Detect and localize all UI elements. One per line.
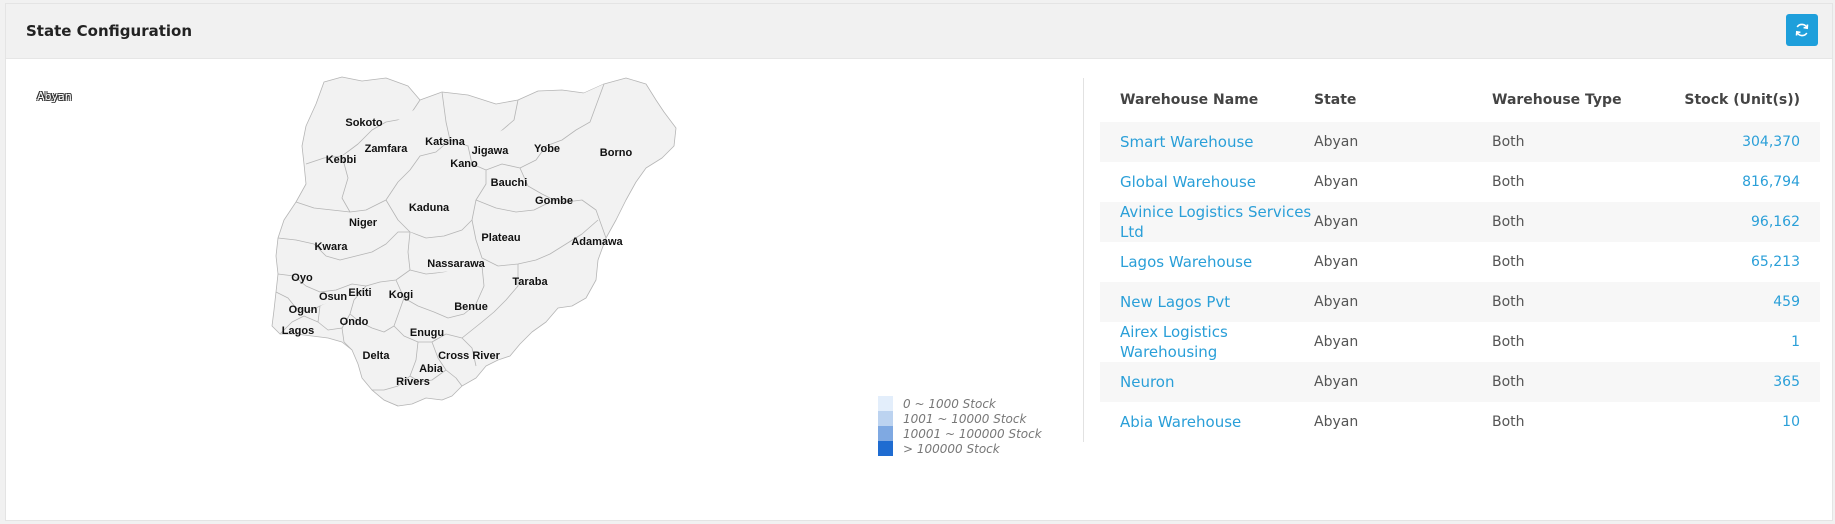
warehouse-name-link[interactable]: Abia Warehouse	[1120, 413, 1241, 431]
state-label-kwara: Kwara	[314, 241, 348, 253]
card-header: State Configuration	[6, 4, 1832, 59]
table-row: Avinice Logistics Services Ltd Abyan Bot…	[1100, 202, 1820, 242]
warehouse-table: Warehouse Name State Warehouse Type Stoc…	[1100, 78, 1820, 442]
warehouse-name-link[interactable]: New Lagos Pvt	[1120, 293, 1230, 311]
warehouse-name-link[interactable]: Airex Logistics Warehousing	[1120, 323, 1228, 361]
type-cell: Both	[1492, 294, 1525, 310]
map-legend: 0 ~ 1000 Stock 1001 ~ 10000 Stock 10001 …	[878, 396, 1042, 456]
warehouse-name-link[interactable]: Global Warehouse	[1120, 173, 1256, 191]
warehouse-name-link[interactable]: Smart Warehouse	[1120, 133, 1254, 151]
panel-divider	[1083, 78, 1084, 442]
state-label-gombe: Gombe	[535, 195, 573, 207]
legend-item[interactable]: 10001 ~ 100000 Stock	[878, 426, 1042, 441]
stock-link[interactable]: 304,370	[1742, 134, 1800, 150]
state-label-enugu: Enugu	[410, 327, 444, 339]
state-label-osun: Osun	[319, 291, 347, 303]
column-header-stock[interactable]: Stock (Unit(s))	[1662, 92, 1820, 108]
table-row: Airex Logistics Warehousing Abyan Both 1	[1100, 322, 1820, 362]
type-cell: Both	[1492, 414, 1525, 430]
type-cell: Both	[1492, 174, 1525, 190]
stock-link[interactable]: 65,213	[1751, 254, 1800, 270]
column-header-warehouse-type[interactable]: Warehouse Type	[1492, 92, 1662, 108]
state-label-niger: Niger	[349, 217, 378, 229]
legend-label: 10001 ~ 100000 Stock	[903, 426, 1042, 441]
state-cell: Abyan	[1314, 294, 1359, 310]
state-label-kaduna: Kaduna	[409, 202, 450, 214]
table-row: Neuron Abyan Both 365	[1100, 362, 1820, 402]
state-cell: Abyan	[1314, 334, 1359, 350]
state-label-katsina: Katsina	[425, 136, 466, 148]
legend-swatch	[878, 396, 893, 411]
state-label-kebbi: Kebbi	[326, 154, 357, 166]
warehouse-name-link[interactable]: Lagos Warehouse	[1120, 253, 1252, 271]
state-cell: Abyan	[1314, 174, 1359, 190]
state-label-kogi: Kogi	[389, 289, 413, 301]
stock-link[interactable]: 1	[1791, 334, 1800, 350]
type-cell: Both	[1492, 334, 1525, 350]
state-label-zamfara: Zamfara	[365, 143, 409, 155]
state-label-nassarawa: Nassarawa	[427, 258, 485, 270]
state-label-rivers: Rivers	[396, 376, 430, 388]
type-cell: Both	[1492, 254, 1525, 270]
warehouse-name-link[interactable]: Neuron	[1120, 373, 1174, 391]
legend-label: > 100000 Stock	[903, 441, 1000, 456]
state-label-lagos: Lagos	[282, 325, 314, 337]
state-label-oyo: Oyo	[291, 272, 313, 284]
map-panel: Sokoto Zamfara Katsina Jigawa Yobe Borno…	[6, 60, 1086, 520]
stock-link[interactable]: 459	[1773, 294, 1800, 310]
state-label-kano: Kano	[450, 158, 478, 170]
state-label-yobe: Yobe	[534, 143, 560, 155]
legend-swatch	[878, 441, 893, 456]
column-header-state[interactable]: State	[1314, 92, 1492, 108]
state-label-benue: Benue	[454, 301, 488, 313]
legend-swatch	[878, 426, 893, 441]
state-label-delta: Delta	[363, 350, 391, 362]
type-cell: Both	[1492, 374, 1525, 390]
state-cell: Abyan	[1314, 254, 1359, 270]
table-row: Abia Warehouse Abyan Both 10	[1100, 402, 1820, 442]
table-row: Smart Warehouse Abyan Both 304,370	[1100, 122, 1820, 162]
table-row: New Lagos Pvt Abyan Both 459	[1100, 282, 1820, 322]
state-label-plateau: Plateau	[481, 232, 520, 244]
type-cell: Both	[1492, 134, 1525, 150]
legend-swatch	[878, 411, 893, 426]
warehouse-name-link[interactable]: Avinice Logistics Services Ltd	[1120, 203, 1311, 241]
state-label-ekiti: Ekiti	[348, 287, 371, 299]
state-label-borno: Borno	[600, 147, 633, 159]
table-row: Global Warehouse Abyan Both 816,794	[1100, 162, 1820, 202]
refresh-icon	[1795, 23, 1809, 37]
state-label-ondo: Ondo	[340, 316, 369, 328]
state-label-cross-river: Cross River	[438, 350, 500, 362]
state-label-abia: Abia	[419, 363, 444, 375]
table-header: Warehouse Name State Warehouse Type Stoc…	[1100, 78, 1820, 122]
state-label-taraba: Taraba	[512, 276, 548, 288]
legend-label: 1001 ~ 10000 Stock	[903, 411, 1027, 426]
type-cell: Both	[1492, 214, 1525, 230]
legend-item[interactable]: 0 ~ 1000 Stock	[878, 396, 1042, 411]
state-cell: Abyan	[1314, 134, 1359, 150]
state-label-sokoto: Sokoto	[345, 117, 383, 129]
stock-link[interactable]: 365	[1773, 374, 1800, 390]
state-cell: Abyan	[1314, 414, 1359, 430]
table-row: Lagos Warehouse Abyan Both 65,213	[1100, 242, 1820, 282]
column-header-warehouse-name[interactable]: Warehouse Name	[1100, 92, 1314, 108]
state-configuration-card: State Configuration Sokoto Zamfara Katsi…	[5, 3, 1833, 521]
state-cell: Abyan	[1314, 374, 1359, 390]
stock-link[interactable]: 816,794	[1742, 174, 1800, 190]
state-label-jigawa: Jigawa	[472, 145, 510, 157]
stock-link[interactable]: 10	[1782, 414, 1800, 430]
selected-region-badge: Abyan	[37, 90, 72, 103]
legend-label: 0 ~ 1000 Stock	[903, 396, 996, 411]
refresh-button[interactable]	[1786, 14, 1818, 46]
state-label-ogun: Ogun	[289, 304, 318, 316]
stock-link[interactable]: 96,162	[1751, 214, 1800, 230]
state-label-adamawa: Adamawa	[571, 236, 623, 248]
state-cell: Abyan	[1314, 214, 1359, 230]
legend-item[interactable]: 1001 ~ 10000 Stock	[878, 411, 1042, 426]
state-label-bauchi: Bauchi	[491, 177, 528, 189]
page-title: State Configuration	[26, 22, 193, 40]
legend-item[interactable]: > 100000 Stock	[878, 441, 1042, 456]
